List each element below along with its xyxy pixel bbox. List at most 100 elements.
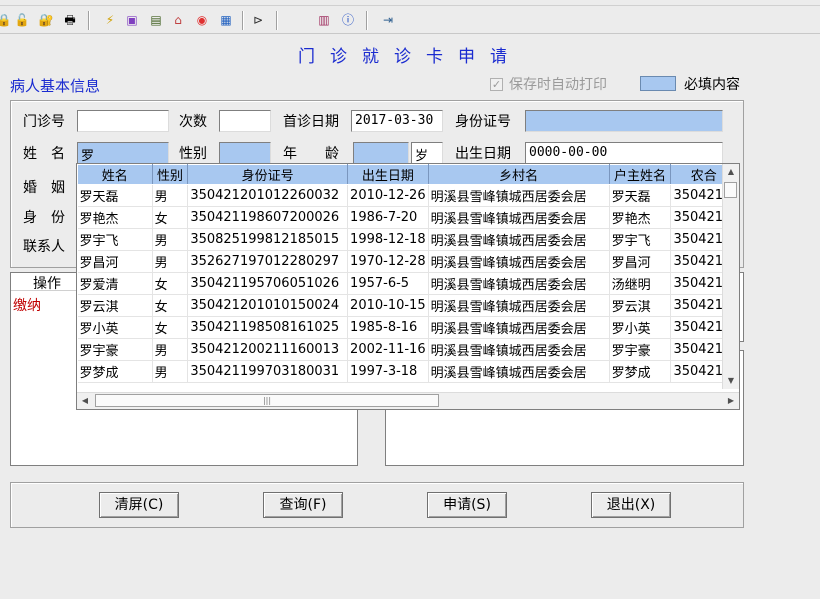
toolbar-separator	[242, 11, 244, 30]
vertical-scrollbar[interactable]: ▲ ▼	[722, 164, 739, 389]
scroll-right-icon[interactable]: ▶	[723, 393, 739, 409]
table-cell: 罗爱清	[77, 272, 153, 295]
column-header[interactable]: 乡村名	[427, 164, 610, 185]
table-cell: 1957-6-5	[347, 272, 429, 295]
contact-label: 联系人	[23, 239, 65, 255]
grid-header-row: 姓名 性别 身份证号 出生日期 乡村名 户主姓名 农合	[77, 164, 737, 185]
birth-date-label: 出生日期	[455, 146, 511, 162]
toolbar-separator	[366, 11, 368, 30]
table-row[interactable]: 罗梦成男 350421199703180031 1997-3-18 明溪县雪峰镇城西居…	[77, 360, 737, 383]
printer-icon[interactable]: 🖶	[62, 12, 78, 28]
table-cell: 罗天磊	[609, 184, 672, 207]
required-legend-swatch	[640, 76, 676, 91]
plug-icon[interactable]: ⊳	[250, 12, 266, 28]
table-cell: 1970-12-28	[347, 250, 429, 273]
table-row[interactable]: 罗宇豪男 350421200211160013 2002-11-16 明溪县雪峰镇城西…	[77, 338, 737, 361]
cash-register-icon[interactable]: ▤	[148, 12, 164, 28]
gender-select[interactable]	[219, 142, 271, 164]
table-cell: 2002-11-16	[347, 338, 429, 361]
button-bar: 清屏(C) 查询(F) 申请(S) 退出(X)	[10, 482, 744, 528]
age-unit-select[interactable]: 岁	[411, 142, 443, 164]
column-header[interactable]: 出生日期	[347, 164, 429, 185]
name-input[interactable]: 罗	[77, 142, 169, 164]
table-cell: 罗小英	[609, 316, 672, 339]
table-cell: 女	[152, 316, 189, 339]
checkbox-icon[interactable]: ✓	[490, 77, 503, 91]
card-icon[interactable]: ▣	[124, 12, 140, 28]
horizontal-scrollbar[interactable]: ◀ ||| ▶	[77, 392, 739, 409]
table-row[interactable]: 罗云淇女 350421201010150024 2010-10-15 明溪县雪峰镇城西…	[77, 294, 737, 317]
clinic-no-label: 门诊号	[23, 114, 65, 130]
scroll-down-icon[interactable]: ▼	[723, 373, 739, 389]
scroll-up-icon[interactable]: ▲	[723, 164, 739, 180]
table-cell: 1997-3-18	[347, 360, 429, 383]
exit-icon[interactable]: ⇥	[380, 12, 396, 28]
info-icon[interactable]: ⓘ	[340, 12, 356, 28]
horizontal-scroll-thumb[interactable]: |||	[95, 394, 439, 407]
stop-icon[interactable]: ◉	[194, 12, 210, 28]
clear-button[interactable]: 清屏(C)	[99, 492, 179, 518]
table-cell: 女	[152, 272, 189, 295]
table-row[interactable]: 罗小英女 350421198508161025 1985-8-16 明溪县雪峰镇城西居…	[77, 316, 737, 339]
table-cell: 明溪县雪峰镇城西居委会居	[428, 184, 610, 207]
table-cell: 明溪县雪峰镇城西居委会居	[428, 272, 610, 295]
table-row[interactable]: 罗艳杰女 350421198607200026 1986-7-20 明溪县雪峰镇城西居…	[77, 206, 737, 229]
table-cell: 罗昌河	[77, 250, 153, 273]
table-cell: 罗宇豪	[77, 338, 153, 361]
list-item[interactable]: 缴纳	[13, 295, 41, 315]
age-input[interactable]	[353, 142, 409, 164]
book-icon[interactable]: ▥	[316, 12, 332, 28]
identity-label: 身 份	[23, 210, 65, 226]
gender-label: 性别	[179, 146, 207, 162]
table-cell: 罗宇豪	[609, 338, 672, 361]
table-cell: 男	[152, 360, 189, 383]
table-cell: 350421200211160013	[187, 338, 349, 361]
apply-button[interactable]: 申请(S)	[427, 492, 507, 518]
table-row[interactable]: 罗天磊男 350421201012260032 2010-12-26 明溪县雪峰镇城西…	[77, 184, 737, 207]
marital-label: 婚 姻	[23, 180, 65, 196]
id-number-label: 身份证号	[455, 114, 511, 130]
lock-icon[interactable]: 🔒	[0, 12, 12, 28]
auto-print-label: 保存时自动打印	[509, 77, 607, 93]
name-label: 姓 名	[23, 146, 65, 162]
table-cell: 明溪县雪峰镇城西居委会居	[428, 316, 610, 339]
operation-header: 操作	[11, 273, 83, 292]
table-cell: 350421198607200026	[187, 206, 349, 229]
column-header[interactable]: 性别	[151, 164, 189, 185]
column-header[interactable]: 户主姓名	[608, 164, 672, 185]
clinic-no-input[interactable]	[77, 110, 169, 132]
table-cell: 男	[152, 338, 189, 361]
lightning-icon[interactable]: ⚡	[102, 12, 118, 28]
ticket-icon[interactable]: ⌂	[170, 12, 186, 28]
table-row[interactable]: 罗爱清女 350421195706051026 1957-6-5 明溪县雪峰镇城西居委…	[77, 272, 737, 295]
table-cell: 350421198508161025	[187, 316, 349, 339]
query-button[interactable]: 查询(F)	[263, 492, 343, 518]
table-cell: 罗昌河	[609, 250, 672, 273]
table-cell: 350421201012260032	[187, 184, 349, 207]
table-cell: 汤继明	[609, 272, 672, 295]
exit-button[interactable]: 退出(X)	[591, 492, 671, 518]
table-cell: 罗天磊	[77, 184, 153, 207]
table-cell: 罗小英	[77, 316, 153, 339]
id-number-input[interactable]	[525, 110, 723, 132]
auto-print-checkbox[interactable]: ✓ 保存时自动打印	[490, 74, 607, 94]
birth-date-input[interactable]: 0000-00-00	[525, 142, 723, 164]
lock-open-icon[interactable]: 🔓	[14, 12, 30, 28]
column-header[interactable]: 姓名	[77, 164, 153, 185]
lock-key-icon[interactable]: 🔐	[38, 12, 54, 28]
table-cell: 明溪县雪峰镇城西居委会居	[428, 338, 610, 361]
scroll-left-icon[interactable]: ◀	[77, 393, 93, 409]
table-cell: 明溪县雪峰镇城西居委会居	[428, 206, 610, 229]
table-cell: 2010-12-26	[347, 184, 429, 207]
visits-input[interactable]	[219, 110, 271, 132]
table-cell: 罗梦成	[77, 360, 153, 383]
chart-icon[interactable]: ▦	[218, 12, 234, 28]
vertical-scroll-thumb[interactable]	[724, 182, 737, 198]
table-row[interactable]: 罗宇飞男 350825199812185015 1998-12-18 明溪县雪峰镇城西…	[77, 228, 737, 251]
table-cell: 罗梦成	[609, 360, 672, 383]
column-header[interactable]: 身份证号	[187, 164, 349, 185]
patient-lookup-grid[interactable]: 姓名 性别 身份证号 出生日期 乡村名 户主姓名 农合 罗天磊男 35042120101226…	[77, 164, 737, 389]
first-visit-input[interactable]: 2017-03-30	[351, 110, 443, 132]
patient-lookup-dropdown[interactable]: 姓名 性别 身份证号 出生日期 乡村名 户主姓名 农合 罗天磊男 35042120101226…	[76, 163, 740, 410]
table-row[interactable]: 罗昌河男 352627197012280297 1970-12-28 明溪县雪峰镇城西…	[77, 250, 737, 273]
